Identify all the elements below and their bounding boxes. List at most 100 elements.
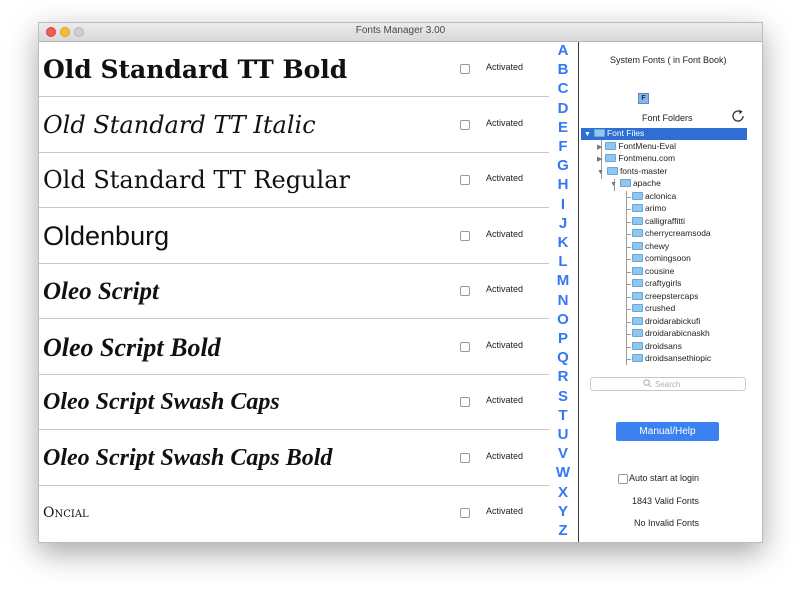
disclosure-triangle-icon[interactable]: ▼ xyxy=(584,131,591,138)
letter-e[interactable]: E xyxy=(552,119,574,136)
tree-item-apache[interactable]: ▼ apache xyxy=(610,178,661,190)
auto-start-label: Auto start at login xyxy=(629,473,700,483)
letter-k[interactable]: K xyxy=(552,234,574,251)
refresh-icon[interactable] xyxy=(730,108,746,124)
disclosure-triangle-icon[interactable]: ▼ xyxy=(597,169,604,176)
folder-icon xyxy=(632,242,643,250)
tree-item-font-folder[interactable]: chewy xyxy=(632,241,669,253)
status-label: Activated xyxy=(486,118,524,128)
activate-checkbox[interactable] xyxy=(460,508,470,518)
font-row[interactable]: Oleo Script Bold Activated xyxy=(39,320,549,375)
letter-q[interactable]: Q xyxy=(552,349,574,366)
tree-item-font-folder[interactable]: comingsoon xyxy=(632,253,691,265)
folder-icon xyxy=(632,292,643,300)
folder-tree[interactable]: ▼ Font Files ▶ FontMenu-Eval ▶ Fontmenu.com… xyxy=(581,128,760,377)
search-placeholder: Search xyxy=(655,380,681,389)
folder-icon xyxy=(632,354,643,362)
font-sample: Oleo Script Bold xyxy=(43,333,221,362)
tree-item-font-folder[interactable]: cousine xyxy=(632,266,674,278)
folder-icon xyxy=(632,267,643,275)
letter-r[interactable]: R xyxy=(552,368,574,385)
search-input[interactable]: Search xyxy=(590,377,746,391)
tree-item-font-folder[interactable]: droidsans xyxy=(632,341,682,353)
letter-v[interactable]: V xyxy=(552,445,574,462)
font-row[interactable]: Oldenburg Activated xyxy=(39,209,549,264)
folder-icon xyxy=(605,154,617,162)
folder-icon xyxy=(605,142,617,150)
tree-item-font-folder[interactable]: cherrycreamsoda xyxy=(632,228,711,240)
folder-icon xyxy=(606,167,618,175)
activate-checkbox[interactable] xyxy=(460,342,470,352)
letter-b[interactable]: B xyxy=(552,61,574,78)
font-book-icon[interactable]: F xyxy=(638,93,649,104)
letter-z[interactable]: Z xyxy=(552,522,574,539)
letter-l[interactable]: L xyxy=(552,253,574,270)
tree-item-font-folder[interactable]: calligraffitti xyxy=(632,216,685,228)
font-row[interactable]: Oleo Script Activated xyxy=(39,264,549,319)
auto-start-checkbox[interactable] xyxy=(618,474,628,484)
folder-icon xyxy=(632,217,643,225)
font-list[interactable]: Old Standard TT Bold Activated Old Stand… xyxy=(39,42,549,542)
tree-item-folder[interactable]: ▼ fonts-master xyxy=(597,166,667,178)
letter-c[interactable]: C xyxy=(552,80,574,97)
activate-checkbox[interactable] xyxy=(460,397,470,407)
letter-f[interactable]: F xyxy=(552,138,574,155)
tree-item-font-folder[interactable]: droidsansethiopic xyxy=(632,353,711,365)
font-row[interactable]: Old Standard TT Bold Activated xyxy=(39,42,549,97)
tree-item-font-folder[interactable]: craftygirls xyxy=(632,278,681,290)
letter-i[interactable]: I xyxy=(552,196,574,213)
letter-a[interactable]: A xyxy=(552,42,574,59)
tree-item-font-files[interactable]: ▼ Font Files xyxy=(581,128,747,140)
letter-p[interactable]: P xyxy=(552,330,574,347)
letter-w[interactable]: W xyxy=(552,464,574,481)
alphabet-index: A B C D E F G H I J K L M N O P Q R S T … xyxy=(552,42,574,542)
window-title: Fonts Manager 3.00 xyxy=(355,25,446,36)
letter-g[interactable]: G xyxy=(552,157,574,174)
letter-s[interactable]: S xyxy=(552,388,574,405)
tree-item-font-folder[interactable]: arimo xyxy=(632,203,666,215)
font-row[interactable]: Oncial Activated xyxy=(39,486,549,541)
font-row[interactable]: Oleo Script Swash Caps Activated xyxy=(39,375,549,430)
disclosure-triangle-icon[interactable]: ▼ xyxy=(610,181,617,188)
letter-d[interactable]: D xyxy=(552,100,574,117)
tree-item-font-folder[interactable]: crushed xyxy=(632,303,675,315)
tree-item-folder[interactable]: ▶ Fontmenu.com xyxy=(597,153,675,165)
letter-u[interactable]: U xyxy=(552,426,574,443)
activate-checkbox[interactable] xyxy=(460,286,470,296)
font-row[interactable]: Old Standard TT Regular Activated xyxy=(39,153,549,208)
activate-checkbox[interactable] xyxy=(460,120,470,130)
tree-item-folder[interactable]: ▶ FontMenu-Eval xyxy=(597,141,676,153)
disclosure-triangle-icon[interactable]: ▶ xyxy=(597,144,602,151)
letter-n[interactable]: N xyxy=(552,292,574,309)
letter-o[interactable]: O xyxy=(552,311,574,328)
font-row[interactable]: Oleo Script Swash Caps Bold Activated xyxy=(39,431,549,486)
status-label: Activated xyxy=(486,229,524,239)
title-bar[interactable]: Fonts Manager 3.00 xyxy=(39,23,762,42)
letter-y[interactable]: Y xyxy=(552,503,574,520)
system-fonts-label: System Fonts ( in Font Book) xyxy=(610,55,727,65)
folder-icon xyxy=(632,254,643,262)
font-folders-label: Font Folders xyxy=(642,113,693,123)
letter-m[interactable]: M xyxy=(552,272,574,289)
manual-help-button[interactable]: Manual/Help xyxy=(616,422,719,441)
tree-item-font-folder[interactable]: droidarabickufi xyxy=(632,316,700,328)
activate-checkbox[interactable] xyxy=(460,453,470,463)
tree-item-font-folder[interactable]: creepstercaps xyxy=(632,291,698,303)
tree-item-font-folder[interactable]: aclonica xyxy=(632,191,676,203)
folder-icon xyxy=(632,229,643,237)
font-sample: Oleo Script Swash Caps xyxy=(43,389,280,415)
status-label: Activated xyxy=(486,173,524,183)
letter-x[interactable]: X xyxy=(552,484,574,501)
status-label: Activated xyxy=(486,340,524,350)
font-row[interactable]: Old Standard TT Italic Activated xyxy=(39,98,549,153)
letter-j[interactable]: J xyxy=(552,215,574,232)
folder-icon xyxy=(632,342,643,350)
letter-h[interactable]: H xyxy=(552,176,574,193)
activate-checkbox[interactable] xyxy=(460,231,470,241)
disclosure-triangle-icon[interactable]: ▶ xyxy=(597,156,602,163)
activate-checkbox[interactable] xyxy=(460,64,470,74)
activate-checkbox[interactable] xyxy=(460,175,470,185)
font-sample: Old Standard TT Regular xyxy=(43,166,350,194)
tree-item-font-folder[interactable]: droidarabicnaskh xyxy=(632,328,710,340)
letter-t[interactable]: T xyxy=(552,407,574,424)
